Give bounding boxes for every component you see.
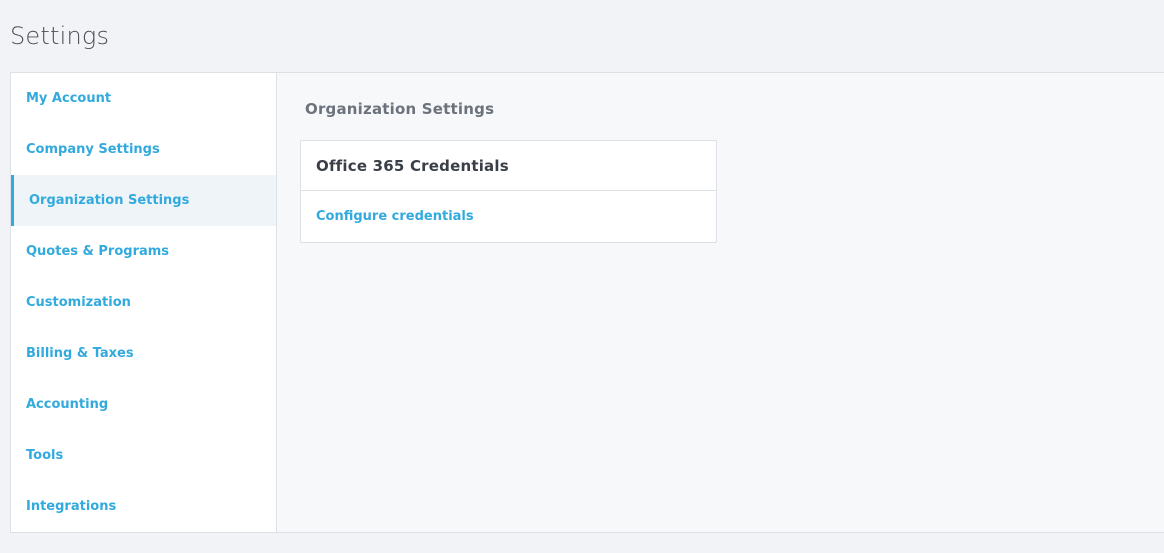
page-title: Settings [10, 22, 110, 50]
sidebar-item-quotes-programs[interactable]: Quotes & Programs [11, 226, 276, 277]
sidebar-item-tools[interactable]: Tools [11, 430, 276, 481]
office365-credentials-card: Office 365 Credentials Configure credent… [300, 140, 717, 243]
configure-credentials-link[interactable]: Configure credentials [301, 191, 716, 242]
sidebar-item-customization[interactable]: Customization [11, 277, 276, 328]
settings-sidebar: My Account Company Settings Organization… [11, 73, 277, 532]
sidebar-item-my-account[interactable]: My Account [11, 73, 276, 124]
sidebar-item-organization-settings[interactable]: Organization Settings [11, 175, 276, 226]
settings-frame: My Account Company Settings Organization… [10, 72, 1164, 533]
section-heading: Organization Settings [305, 100, 495, 118]
sidebar-item-integrations[interactable]: Integrations [11, 481, 276, 532]
sidebar-item-billing-taxes[interactable]: Billing & Taxes [11, 328, 276, 379]
settings-content: Organization Settings Office 365 Credent… [277, 73, 1164, 532]
sidebar-item-accounting[interactable]: Accounting [11, 379, 276, 430]
sidebar-item-company-settings[interactable]: Company Settings [11, 124, 276, 175]
card-title: Office 365 Credentials [301, 141, 716, 191]
